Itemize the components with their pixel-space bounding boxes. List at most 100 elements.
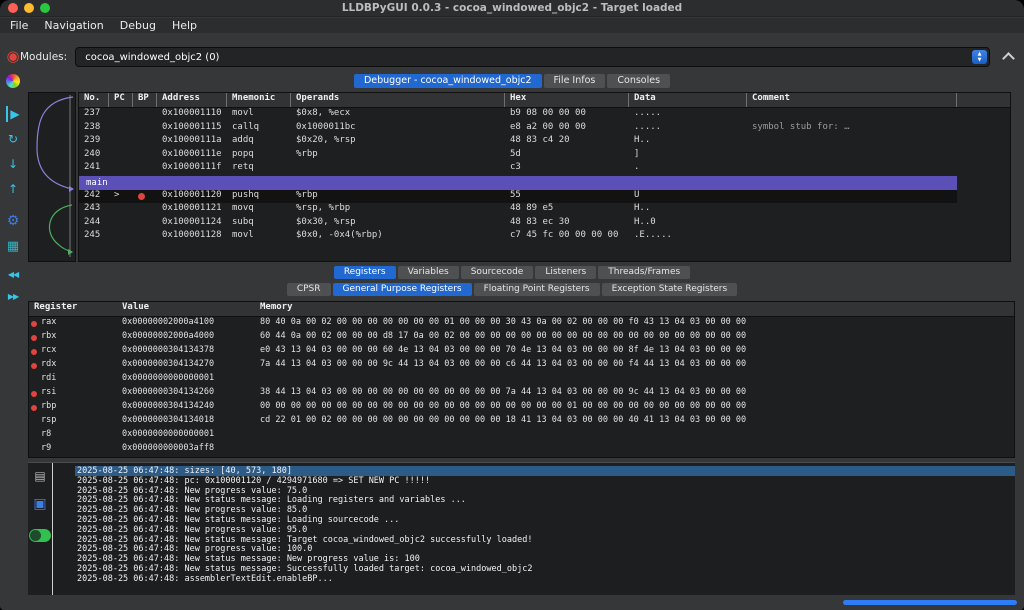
col-bp[interactable]: BP (133, 93, 157, 107)
collapse-modules-button[interactable] (1001, 51, 1015, 63)
log-copy-icon[interactable]: ▣ (33, 497, 46, 511)
tab-threads-frames[interactable]: Threads/Frames (598, 266, 690, 279)
tab-variables[interactable]: Variables (398, 266, 459, 279)
col-no[interactable]: No. (79, 93, 109, 107)
asm-hex: 55 (505, 190, 629, 204)
register-row[interactable]: r8 0x0000000000000001 (29, 429, 1014, 443)
log-line[interactable]: 2025-08-25 06:47:48: New progress value:… (75, 544, 1015, 554)
disassembly-row[interactable]: 238 0x100001115 callq 0x1000011bc e8 a2 … (79, 122, 957, 136)
log-line[interactable]: 2025-08-25 06:47:48: New progress value:… (75, 525, 1015, 535)
asm-bp-cell[interactable] (133, 217, 157, 231)
disassembly-row[interactable]: 241 0x10000111f retq c3 . (79, 162, 957, 176)
zoom-button[interactable] (40, 3, 50, 13)
fast-forward-icon[interactable]: ▶▶ (8, 288, 18, 304)
log-line[interactable]: 2025-08-25 06:47:48: pc: 0x100001120 / 4… (75, 476, 1015, 486)
asm-address: 0x100001124 (157, 217, 227, 231)
register-row[interactable]: rsi 0x0000000304134260 38 44 13 04 03 00… (29, 387, 1014, 401)
asm-hex: b9 08 00 00 00 (505, 108, 629, 122)
register-row[interactable]: r9 0x000000000003aff8 (29, 443, 1014, 457)
asm-bp-cell[interactable] (133, 108, 157, 122)
register-row[interactable]: rax 0x00000002000a4100 80 40 0a 00 02 00… (29, 317, 1014, 331)
menu-file[interactable]: File (10, 19, 28, 32)
tab-listeners[interactable]: Listeners (535, 266, 596, 279)
disassembly-row[interactable]: 244 0x100001124 subq $0x30, %rsp 48 83 e… (79, 217, 957, 231)
stop-icon[interactable]: ◉ (6, 48, 19, 64)
tab-floating-point[interactable]: Floating Point Registers (474, 283, 600, 296)
log-line[interactable]: 2025-08-25 06:47:48: New progress value:… (75, 505, 1015, 515)
col-hex[interactable]: Hex (505, 93, 629, 107)
tab-general-purpose[interactable]: General Purpose Registers (333, 283, 472, 296)
log-line[interactable]: 2025-08-25 06:47:48: New progress value:… (75, 486, 1015, 496)
asm-bp-cell[interactable] (133, 122, 157, 136)
col-comment[interactable]: Comment (747, 93, 957, 107)
step-into-icon[interactable]: ↓ (8, 156, 18, 172)
close-button[interactable] (8, 3, 18, 13)
continue-icon[interactable]: ▶ (6, 106, 19, 122)
log-line[interactable]: 2025-08-25 06:47:48: New status message:… (75, 554, 1015, 564)
log-options-icon[interactable]: ▤ (34, 469, 45, 483)
modules-dropdown[interactable]: cocoa_windowed_objc2 (0) ▲ ▼ (75, 47, 990, 67)
disassembly-row[interactable]: 245 0x100001128 movl $0x0, -0x4(%rbp) c7… (79, 230, 957, 244)
disassembly-row[interactable]: 237 0x100001110 movl $0x8, %ecx b9 08 00… (79, 108, 957, 122)
disassembly-row[interactable]: main (79, 176, 957, 190)
register-row[interactable]: rbp 0x0000000304134240 00 00 00 00 00 00… (29, 401, 1014, 415)
col-pc[interactable]: PC (109, 93, 133, 107)
step-out-icon[interactable]: ↑ (8, 181, 18, 197)
asm-bp-cell[interactable] (133, 203, 157, 217)
disassembly-row[interactable]: 242 > 0x100001120 pushq %rbp 55 U (79, 190, 957, 204)
autoscroll-toggle[interactable] (29, 529, 51, 542)
log-line[interactable]: 2025-08-25 06:47:48: sizes: [40, 573, 18… (75, 466, 1015, 476)
dropdown-stepper-icon[interactable]: ▲ ▼ (972, 50, 987, 64)
disassembly-row[interactable]: 239 0x10000111a addq $0x20, %rsp 48 83 c… (79, 135, 957, 149)
main-tab-bar: Debugger - cocoa_windowed_objc2 File Inf… (0, 74, 1024, 88)
asm-operands: $0x30, %rsp (291, 217, 505, 231)
asm-bp-cell[interactable] (133, 149, 157, 163)
col-value[interactable]: Value (117, 302, 255, 316)
asm-bp-cell[interactable] (133, 230, 157, 244)
register-row[interactable]: rcx 0x0000000304134378 e0 43 13 04 03 00… (29, 345, 1014, 359)
fast-backward-icon[interactable]: ◀◀ (8, 266, 18, 282)
register-row[interactable]: rbx 0x00000002000a4000 60 44 0a 00 02 00… (29, 331, 1014, 345)
settings-gear-icon[interactable]: ⚙ (7, 213, 20, 229)
disassembly-row[interactable]: 243 0x100001121 movq %rsp, %rbp 48 89 e5… (79, 203, 957, 217)
log-line[interactable]: 2025-08-25 06:47:48: New status message:… (75, 495, 1015, 505)
asm-bp-cell[interactable] (133, 190, 157, 204)
menu-help[interactable]: Help (172, 19, 197, 32)
menu-debug[interactable]: Debug (120, 19, 156, 32)
col-mnemonic[interactable]: Mnemonic (227, 93, 291, 107)
register-changed-icon (31, 321, 37, 327)
tab-consoles[interactable]: Consoles (607, 74, 670, 88)
disassembly-row[interactable]: 240 0x10000111e popq %rbp 5d ] (79, 149, 957, 163)
asm-hex: 48 83 c4 20 (505, 135, 629, 149)
tab-sourcecode[interactable]: Sourcecode (461, 266, 534, 279)
title-bar: LLDBPyGUI 0.0.3 - cocoa_windowed_objc2 -… (0, 0, 1024, 17)
col-memory[interactable]: Memory (255, 302, 771, 316)
minimize-button[interactable] (24, 3, 34, 13)
log-line[interactable]: 2025-08-25 06:47:48: New status message:… (75, 535, 1015, 545)
log-line[interactable]: 2025-08-25 06:47:48: New status message:… (75, 515, 1015, 525)
col-address[interactable]: Address (157, 93, 227, 107)
col-data[interactable]: Data (629, 93, 747, 107)
tab-exception-state[interactable]: Exception State Registers (602, 283, 738, 296)
asm-operands: %rbp (291, 190, 505, 204)
menu-navigation[interactable]: Navigation (44, 19, 103, 32)
register-row[interactable]: rdx 0x0000000304134270 7a 44 13 04 03 00… (29, 359, 1014, 373)
asm-bp-cell[interactable] (133, 135, 157, 149)
tab-registers[interactable]: Registers (334, 266, 396, 279)
register-row[interactable]: rdi 0x0000000000000001 (29, 373, 1014, 387)
asm-bp-cell[interactable] (133, 162, 157, 176)
tab-file-infos[interactable]: File Infos (544, 74, 606, 88)
col-operands[interactable]: Operands (291, 93, 505, 107)
log-line[interactable]: 2025-08-25 06:47:48: New status message:… (75, 564, 1015, 574)
memory-icon[interactable]: ▦ (7, 238, 19, 254)
app-logo-icon[interactable] (6, 74, 20, 88)
log-line[interactable]: 2025-08-25 06:47:48: assemblerTextEdit.e… (75, 574, 1015, 584)
register-row[interactable]: rsp 0x0000000304134018 cd 22 01 00 02 00… (29, 415, 1014, 429)
register-value: 0x0000000304134260 (117, 387, 255, 401)
tab-debugger[interactable]: Debugger - cocoa_windowed_objc2 (354, 74, 542, 88)
tab-cpsr[interactable]: CPSR (287, 283, 331, 296)
step-over-icon[interactable]: ↻ (8, 131, 18, 147)
asm-comment (747, 108, 957, 122)
breakpoint-icon[interactable] (138, 193, 145, 200)
col-register[interactable]: Register (29, 302, 117, 316)
